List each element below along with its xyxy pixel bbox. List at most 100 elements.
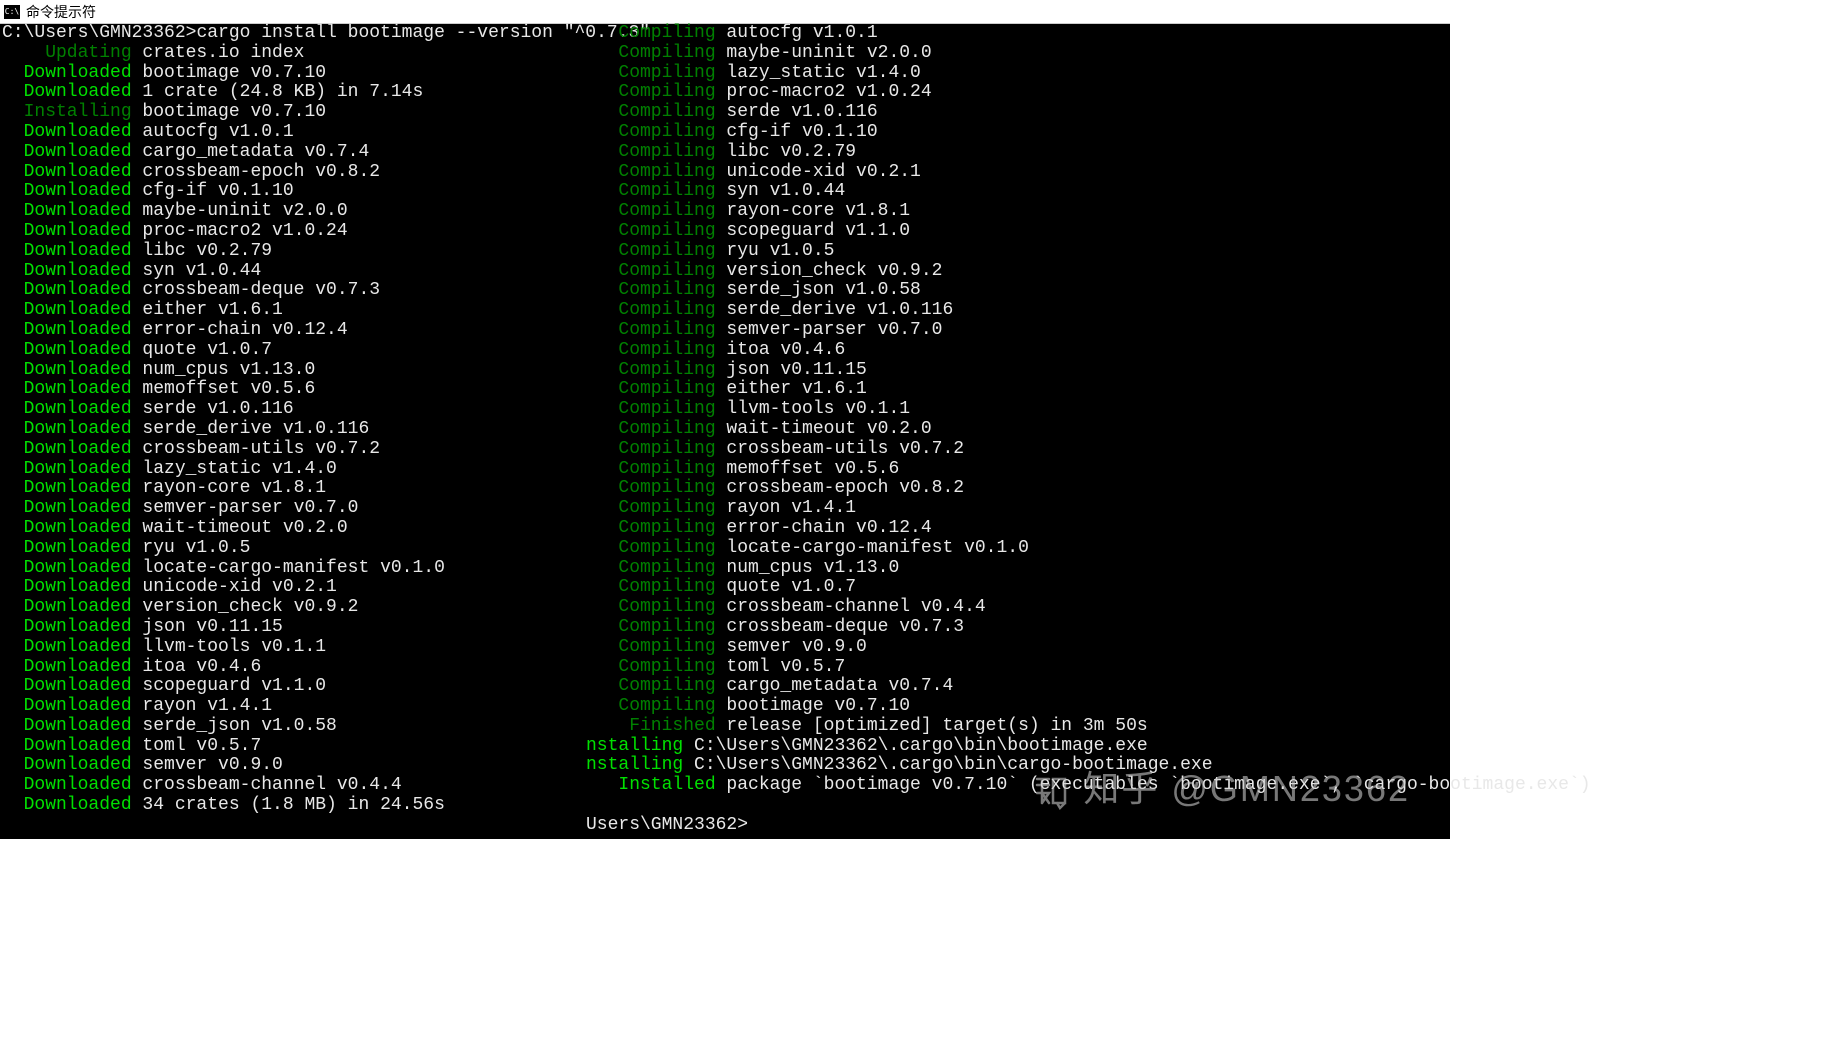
status-label: Compiling — [586, 241, 716, 261]
status-label: Compiling — [586, 82, 716, 102]
status-label: Compiling — [586, 43, 716, 63]
status-text: serde v1.0.116 — [132, 399, 294, 419]
terminal-line: Compiling toml v0.5.7 — [586, 658, 1450, 678]
terminal-line: Downloaded quote v1.0.7 — [2, 341, 586, 361]
terminal-line: Compiling maybe-uninit v2.0.0 — [586, 44, 1450, 64]
terminal-line: Downloaded semver v0.9.0 — [2, 756, 586, 776]
status-text: C:\Users\GMN23362\.cargo\bin\bootimage.e… — [683, 736, 1147, 756]
terminal-line: Compiling serde_derive v1.0.116 — [586, 301, 1450, 321]
terminal-line: Installed package `bootimage v0.7.10` (e… — [586, 776, 1450, 796]
status-text: crates.io index — [132, 43, 305, 63]
status-text: rayon v1.4.1 — [716, 498, 856, 518]
status-text: json v0.11.15 — [716, 360, 867, 380]
status-label: Compiling — [586, 459, 716, 479]
prompt-line: C:\Users\GMN23362>cargo install bootimag… — [2, 24, 586, 44]
terminal-line: Compiling wait-timeout v0.2.0 — [586, 420, 1450, 440]
status-text: version_check v0.9.2 — [716, 261, 943, 281]
status-label: Downloaded — [2, 261, 132, 281]
status-label: Compiling — [586, 102, 716, 122]
status-label: Downloaded — [2, 558, 132, 578]
status-label: Downloaded — [2, 439, 132, 459]
status-label: Downloaded — [2, 795, 132, 815]
status-label: Compiling — [586, 23, 716, 43]
status-text: itoa v0.4.6 — [132, 657, 262, 677]
status-text: toml v0.5.7 — [716, 657, 846, 677]
terminal-line: Updating crates.io index — [2, 44, 586, 64]
terminal-line: Downloaded cargo_metadata v0.7.4 — [2, 143, 586, 163]
status-text: crossbeam-channel v0.4.4 — [716, 597, 986, 617]
status-label: Compiling — [586, 518, 716, 538]
terminal-line: Downloaded num_cpus v1.13.0 — [2, 361, 586, 381]
terminal-line: Compiling either v1.6.1 — [586, 380, 1450, 400]
status-label: Downloaded — [2, 478, 132, 498]
status-text: quote v1.0.7 — [132, 340, 272, 360]
status-text: maybe-uninit v2.0.0 — [132, 201, 348, 221]
status-text: semver v0.9.0 — [132, 755, 283, 775]
status-text: crossbeam-deque v0.7.3 — [716, 617, 964, 637]
terminal-line: Compiling rayon v1.4.1 — [586, 499, 1450, 519]
status-text: syn v1.0.44 — [132, 261, 262, 281]
status-text: lazy_static v1.4.0 — [132, 459, 337, 479]
terminal-line: Compiling quote v1.0.7 — [586, 578, 1450, 598]
terminal-line: Compiling semver v0.9.0 — [586, 638, 1450, 658]
terminal-line: Downloaded serde v1.0.116 — [2, 400, 586, 420]
status-text: serde_json v1.0.58 — [132, 716, 337, 736]
status-text: cargo_metadata v0.7.4 — [716, 676, 954, 696]
status-label: Downloaded — [2, 221, 132, 241]
status-text: crossbeam-deque v0.7.3 — [132, 280, 380, 300]
terminal-line: Compiling error-chain v0.12.4 — [586, 519, 1450, 539]
terminal-line: Compiling rayon-core v1.8.1 — [586, 202, 1450, 222]
status-label: nstalling — [586, 736, 683, 756]
terminal-line: Downloaded crossbeam-epoch v0.8.2 — [2, 163, 586, 183]
terminal-column-left: C:\Users\GMN23362>cargo install bootimag… — [0, 24, 586, 839]
terminal-line: Downloaded scopeguard v1.1.0 — [2, 677, 586, 697]
status-label: Compiling — [586, 280, 716, 300]
terminal-line: Compiling syn v1.0.44 — [586, 182, 1450, 202]
status-text: serde_json v1.0.58 — [716, 280, 921, 300]
terminal-area[interactable]: C:\Users\GMN23362>cargo install bootimag… — [0, 24, 1450, 839]
terminal-line: Compiling num_cpus v1.13.0 — [586, 559, 1450, 579]
terminal-line: Downloaded unicode-xid v0.2.1 — [2, 578, 586, 598]
terminal-line: Compiling json v0.11.15 — [586, 361, 1450, 381]
terminal-line: Compiling proc-macro2 v1.0.24 — [586, 83, 1450, 103]
status-label: Downloaded — [2, 201, 132, 221]
terminal-line: Compiling locate-cargo-manifest v0.1.0 — [586, 539, 1450, 559]
status-label: Downloaded — [2, 597, 132, 617]
window-titlebar[interactable]: C:\ 命令提示符 — [0, 0, 1450, 24]
status-label: Downloaded — [2, 300, 132, 320]
status-label: Compiling — [586, 498, 716, 518]
terminal-line: Compiling crossbeam-deque v0.7.3 — [586, 618, 1450, 638]
status-label: Installed — [586, 775, 716, 795]
status-text: either v1.6.1 — [132, 300, 283, 320]
status-label: Finished — [586, 716, 716, 736]
status-text: semver-parser v0.7.0 — [716, 320, 943, 340]
terminal-line: Downloaded maybe-uninit v2.0.0 — [2, 202, 586, 222]
terminal-line: Compiling cargo_metadata v0.7.4 — [586, 677, 1450, 697]
terminal-column-right: Compiling autocfg v1.0.1 Compiling maybe… — [586, 24, 1450, 839]
status-label: Downloaded — [2, 399, 132, 419]
terminal-line: Downloaded autocfg v1.0.1 — [2, 123, 586, 143]
status-label: Installing — [2, 102, 132, 122]
status-text: json v0.11.15 — [132, 617, 283, 637]
terminal-line: Downloaded 34 crates (1.8 MB) in 24.56s — [2, 796, 586, 816]
status-text: llvm-tools v0.1.1 — [716, 399, 910, 419]
terminal-line: Downloaded syn v1.0.44 — [2, 262, 586, 282]
status-text: scopeguard v1.1.0 — [132, 676, 326, 696]
status-label: Downloaded — [2, 716, 132, 736]
status-label: Downloaded — [2, 122, 132, 142]
status-label: Compiling — [586, 360, 716, 380]
status-text: rayon-core v1.8.1 — [716, 201, 910, 221]
terminal-line: Downloaded toml v0.5.7 — [2, 737, 586, 757]
terminal-line: Downloaded serde_json v1.0.58 — [2, 717, 586, 737]
status-text: crossbeam-epoch v0.8.2 — [132, 162, 380, 182]
status-label: Downloaded — [2, 538, 132, 558]
status-label: Compiling — [586, 201, 716, 221]
status-text: version_check v0.9.2 — [132, 597, 359, 617]
terminal-line: Compiling lazy_static v1.4.0 — [586, 64, 1450, 84]
status-label: Compiling — [586, 439, 716, 459]
status-label: Compiling — [586, 379, 716, 399]
prompt-path: C:\Users\GMN23362> — [2, 23, 196, 43]
terminal-line: Finished release [optimized] target(s) i… — [586, 717, 1450, 737]
status-text: proc-macro2 v1.0.24 — [132, 221, 348, 241]
status-text: serde v1.0.116 — [716, 102, 878, 122]
